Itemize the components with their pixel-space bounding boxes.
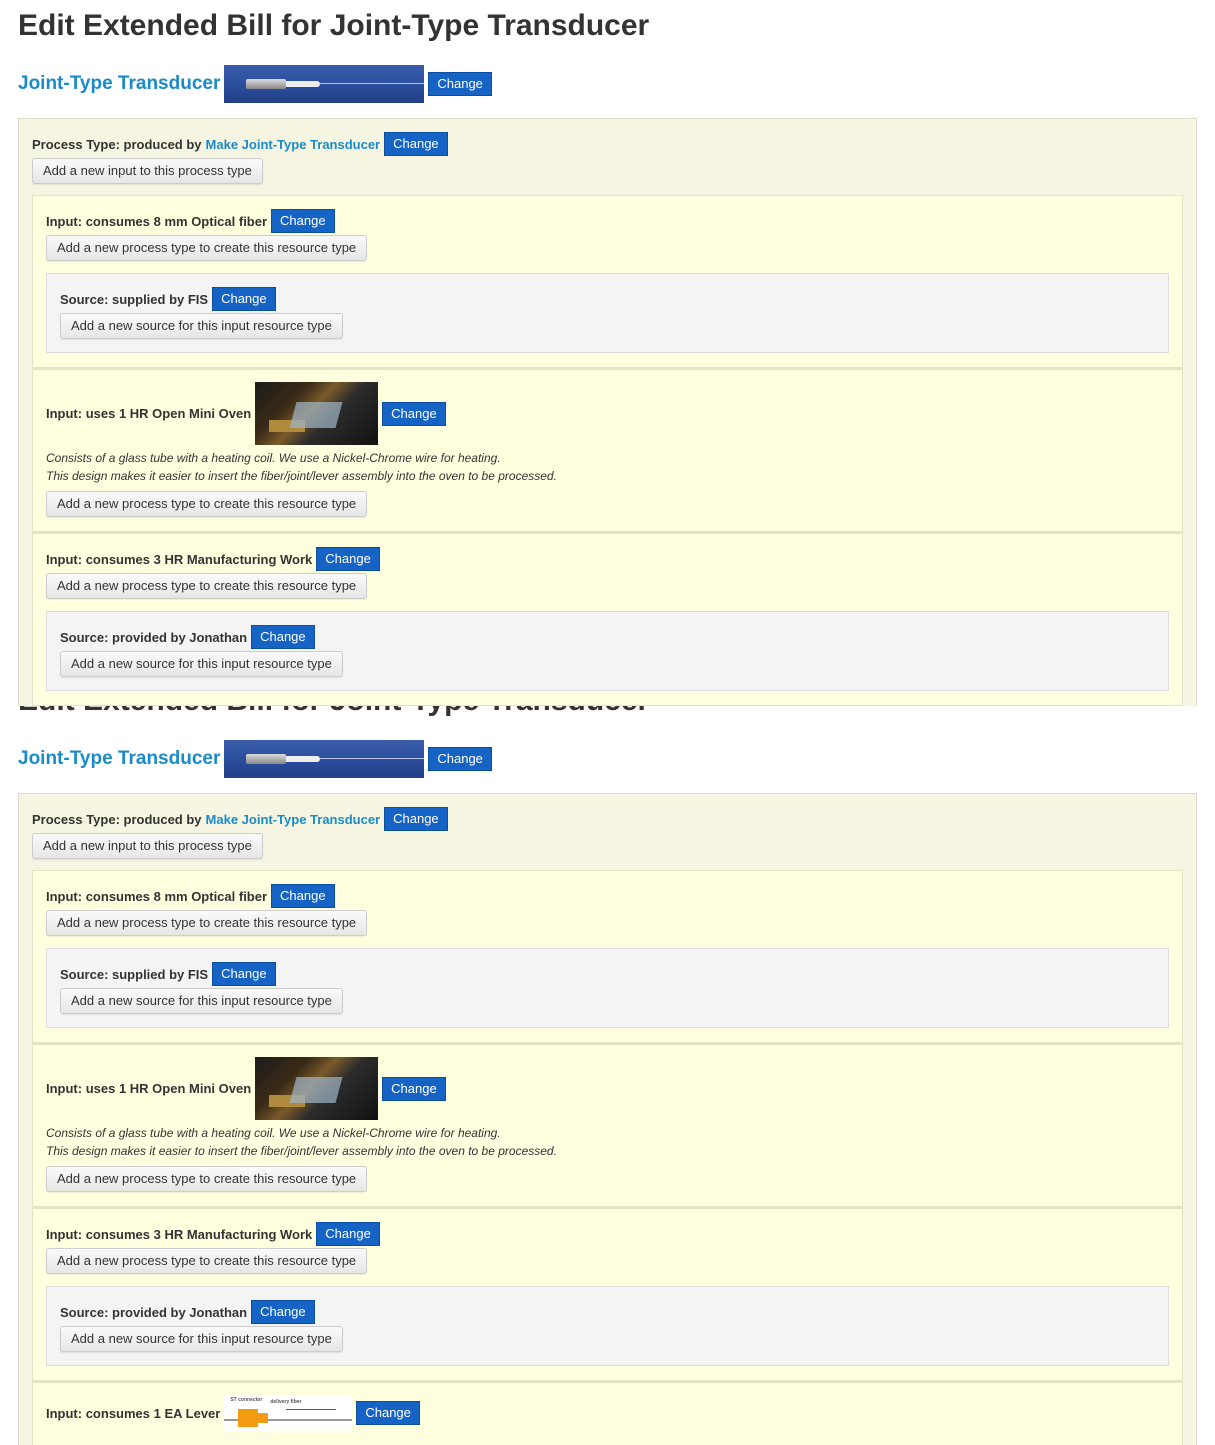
input-lever: Input: consumes 1 EA Lever ST connectord… [32, 1381, 1183, 1445]
inputs-list: Input: consumes 8 mm Optical fiber Chang… [32, 870, 1183, 1445]
oven-image [255, 1057, 379, 1120]
page-view-top: Edit Extended Bill for Joint-Type Transd… [0, 0, 1215, 738]
input-optical-fiber: Input: consumes 8 mm Optical fiber Chang… [32, 870, 1183, 1043]
process-type-label: Process Type: produced by [32, 811, 202, 827]
source-label: Source: supplied by FIS [60, 291, 209, 307]
change-process-button[interactable]: Change [384, 132, 448, 156]
lever-diagram-image: ST connectordelivery fiber [224, 1395, 353, 1431]
add-source-button[interactable]: Add a new source for this input resource… [60, 313, 343, 339]
input-mini-oven: Input: uses 1 HR Open Mini Oven Change C… [32, 1043, 1183, 1207]
change-source-button[interactable]: Change [251, 1300, 315, 1324]
process-type-panel: Process Type: produced by Make Joint-Typ… [18, 118, 1197, 738]
input-label: Input: consumes 3 HR Manufacturing Work [46, 1226, 313, 1242]
source-label: Source: provided by Jonathan [60, 1304, 248, 1320]
oven-image [255, 382, 379, 445]
change-resource-button[interactable]: Change [428, 747, 492, 771]
source-panel: Source: provided by Jonathan Change Add … [46, 611, 1169, 691]
add-source-button[interactable]: Add a new source for this input resource… [60, 651, 343, 677]
source-panel: Source: provided by Jonathan Change Add … [46, 1286, 1169, 1366]
resource-title-line: Joint-Type Transducer Change [18, 64, 1197, 104]
process-type-link[interactable]: Make Joint-Type Transducer [206, 812, 381, 827]
input-manufacturing-work: Input: consumes 3 HR Manufacturing Work … [32, 1207, 1183, 1381]
resource-title-line: Joint-Type Transducer Change [18, 739, 1197, 779]
input-description: Consists of a glass tube with a heating … [46, 1126, 557, 1158]
source-label: Source: supplied by FIS [60, 966, 209, 982]
add-process-type-button[interactable]: Add a new process type to create this re… [46, 910, 368, 936]
change-process-button[interactable]: Change [384, 807, 448, 831]
add-input-button[interactable]: Add a new input to this process type [32, 833, 263, 859]
input-description: Consists of a glass tube with a heating … [46, 451, 557, 483]
change-input-button[interactable]: Change [316, 547, 380, 571]
page-view-bottom: Edit Extended Bill for Joint-Type Transd… [0, 706, 1215, 1445]
change-input-button[interactable]: Change [271, 209, 335, 233]
add-source-button[interactable]: Add a new source for this input resource… [60, 988, 343, 1014]
input-label: Input: consumes 8 mm Optical fiber [46, 213, 268, 229]
source-panel: Source: supplied by FIS Change Add a new… [46, 273, 1169, 353]
change-input-button[interactable]: Change [382, 401, 446, 426]
change-resource-button[interactable]: Change [428, 72, 492, 96]
source-label: Source: provided by Jonathan [60, 629, 248, 645]
process-type-label: Process Type: produced by [32, 136, 202, 152]
add-input-button[interactable]: Add a new input to this process type [32, 158, 263, 184]
change-source-button[interactable]: Change [212, 962, 276, 986]
input-label: Input: consumes 1 EA Lever [46, 1405, 221, 1421]
add-source-button[interactable]: Add a new source for this input resource… [60, 1326, 343, 1352]
process-type-panel: Process Type: produced by Make Joint-Typ… [18, 793, 1197, 1445]
process-type-line: Process Type: produced by Make Joint-Typ… [32, 131, 1183, 157]
input-label: Input: consumes 3 HR Manufacturing Work [46, 551, 313, 567]
page-title: Edit Extended Bill for Joint-Type Transd… [18, 9, 650, 42]
process-type-line: Process Type: produced by Make Joint-Typ… [32, 806, 1183, 832]
change-source-button[interactable]: Change [251, 625, 315, 649]
resource-link[interactable]: Joint-Type Transducer [18, 748, 220, 770]
input-mini-oven: Input: uses 1 HR Open Mini Oven Change C… [32, 368, 1183, 532]
change-source-button[interactable]: Change [212, 287, 276, 311]
add-process-type-button[interactable]: Add a new process type to create this re… [46, 235, 368, 261]
add-process-type-button[interactable]: Add a new process type to create this re… [46, 1166, 368, 1192]
transducer-image [224, 740, 425, 778]
input-manufacturing-work: Input: consumes 3 HR Manufacturing Work … [32, 532, 1183, 706]
page-content: Edit Extended Bill for Joint-Type Transd… [0, 706, 1215, 1445]
input-optical-fiber: Input: consumes 8 mm Optical fiber Chang… [32, 195, 1183, 368]
transducer-image [224, 65, 425, 103]
source-panel: Source: supplied by FIS Change Add a new… [46, 948, 1169, 1028]
add-process-type-button[interactable]: Add a new process type to create this re… [46, 491, 368, 517]
input-label: Input: uses 1 HR Open Mini Oven [46, 1081, 252, 1096]
add-process-type-button[interactable]: Add a new process type to create this re… [46, 1248, 368, 1274]
change-input-button[interactable]: Change [382, 1076, 446, 1101]
change-input-button[interactable]: Change [356, 1401, 420, 1425]
inputs-list: Input: consumes 8 mm Optical fiber Chang… [32, 195, 1183, 738]
process-type-link[interactable]: Make Joint-Type Transducer [206, 137, 381, 152]
change-input-button[interactable]: Change [271, 884, 335, 908]
resource-link[interactable]: Joint-Type Transducer [18, 73, 220, 95]
input-label: Input: uses 1 HR Open Mini Oven [46, 406, 252, 421]
page-title: Edit Extended Bill for Joint-Type Transd… [18, 706, 1197, 719]
add-process-type-button[interactable]: Add a new process type to create this re… [46, 573, 368, 599]
change-input-button[interactable]: Change [316, 1222, 380, 1246]
input-label: Input: consumes 8 mm Optical fiber [46, 888, 268, 904]
page-content: Edit Extended Bill for Joint-Type Transd… [0, 0, 1215, 738]
